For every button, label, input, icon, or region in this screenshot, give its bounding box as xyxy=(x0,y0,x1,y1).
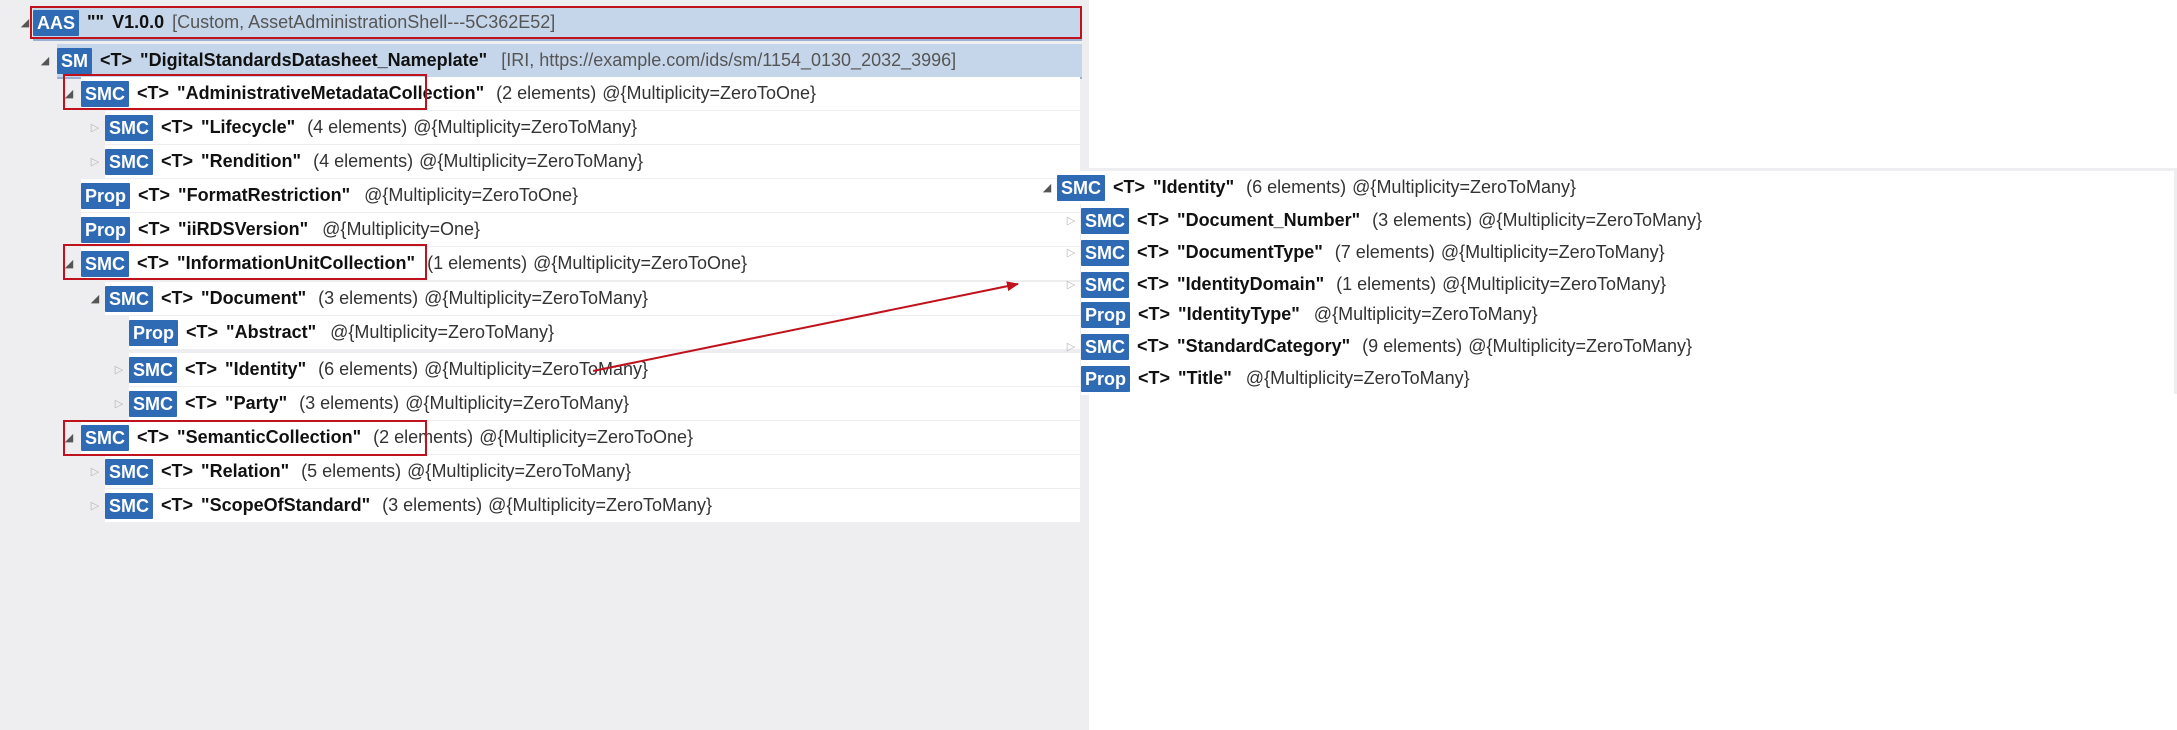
annotation-arrow xyxy=(592,281,1019,372)
